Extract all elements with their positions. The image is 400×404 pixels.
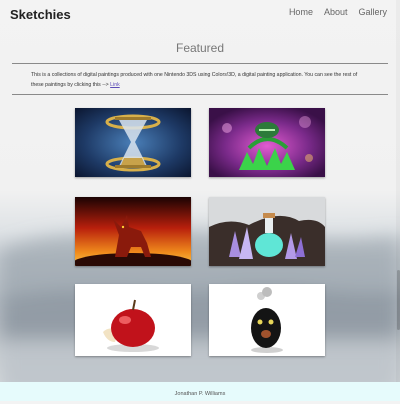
- divider-bottom: [12, 94, 388, 95]
- main-nav: Home About Gallery: [289, 7, 387, 17]
- site-header: Sketchies Home About Gallery: [0, 0, 400, 28]
- gallery-tile-hourglass[interactable]: [75, 108, 191, 177]
- gallery-link[interactable]: Link: [110, 82, 120, 88]
- crystal-potion-painting: [209, 197, 325, 266]
- hourglass-painting: [75, 108, 191, 177]
- site-footer: Jonathan P. Williams: [0, 382, 400, 401]
- intro-text: This is a collections of digital paintin…: [31, 72, 358, 88]
- page-title: Featured: [175, 41, 225, 55]
- gallery-tile-red-apple[interactable]: [75, 284, 191, 356]
- nav-gallery[interactable]: Gallery: [358, 7, 387, 17]
- footer-author: Jonathan P. Williams: [174, 391, 226, 397]
- gallery-tile-crystal-potion[interactable]: [209, 197, 325, 266]
- gallery-tile-jack-o-lantern[interactable]: [209, 108, 325, 177]
- brand-logo[interactable]: Sketchies: [10, 7, 71, 22]
- nav-home[interactable]: Home: [289, 7, 313, 17]
- red-wolf-painting: [75, 197, 191, 266]
- jack-o-lantern-painting: [209, 108, 325, 177]
- red-apple-painting: [75, 284, 191, 356]
- intro-paragraph: This is a collections of digital paintin…: [31, 70, 371, 90]
- gallery-tile-black-creature[interactable]: [209, 284, 325, 356]
- divider-top: [12, 63, 388, 64]
- black-creature-painting: [209, 284, 325, 356]
- gallery-tile-red-wolf[interactable]: [75, 197, 191, 266]
- nav-about[interactable]: About: [324, 7, 348, 17]
